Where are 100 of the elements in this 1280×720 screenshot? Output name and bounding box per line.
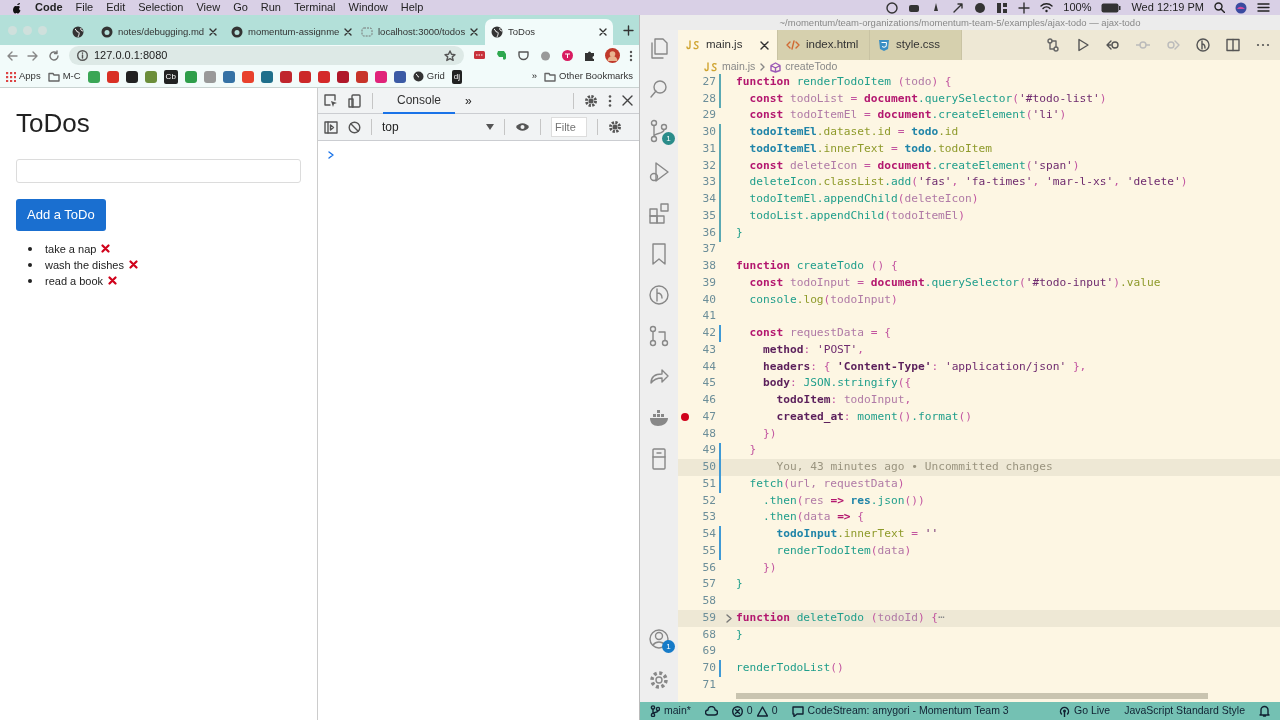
filter-field[interactable]: Filte [551,117,587,137]
pull-request-icon[interactable] [648,324,670,348]
cloud-sync-icon[interactable] [704,706,718,716]
bookmark[interactable]: Grid [412,69,445,84]
code-line: } [736,576,743,593]
compare-icon[interactable] [1046,38,1060,52]
move-icon[interactable] [1018,1,1031,14]
kebab-icon[interactable] [629,49,633,62]
status-icon[interactable] [886,1,899,14]
close-icon[interactable] [622,95,633,106]
menu-item[interactable]: Go [233,0,248,16]
go-live-button[interactable]: Go Live [1059,703,1111,719]
chevron-icon[interactable] [725,613,732,623]
context-select[interactable]: top [382,118,494,136]
branch-status[interactable]: main* [650,703,691,719]
close-icon[interactable] [760,40,769,50]
js-file-icon [704,62,718,72]
kebab-icon[interactable] [608,93,612,108]
close-icon[interactable] [209,28,218,36]
delete-icon[interactable] [101,244,111,254]
settings-icon[interactable] [648,668,670,692]
browser-tab[interactable]: localhost:3000/todos [355,19,483,45]
run-debug-icon[interactable] [648,160,670,184]
reload-icon[interactable] [48,49,60,62]
bookmark[interactable]: dj [451,69,463,84]
extension-icon[interactable] [473,49,486,62]
avatar-icon[interactable] [605,48,620,63]
bookmark[interactable]: Apps [6,69,41,84]
close-icon[interactable] [470,28,479,36]
app-menu[interactable]: Code [35,0,63,16]
line-number: 40 [701,291,716,308]
eye-icon[interactable] [515,122,530,132]
bookmark-icon[interactable] [125,70,138,83]
bell-icon[interactable] [1259,705,1270,717]
menu-item[interactable]: View [196,0,221,16]
search-icon[interactable] [1214,2,1225,13]
back-icon[interactable] [1106,38,1120,52]
plus-icon[interactable] [623,24,634,36]
formatter-status[interactable]: JavaScript Standard Style [1124,703,1245,719]
menu-item[interactable]: Window [348,0,388,16]
menu-item[interactable]: Help [400,0,424,16]
extension-icon[interactable] [561,49,574,62]
bookmark[interactable]: Other Bookmarks [544,69,633,84]
bookmark[interactable]: Cb [163,69,178,84]
breadcrumb-item[interactable]: main.js [704,59,756,75]
settings-icon[interactable] [584,93,598,108]
sidebar-icon[interactable] [324,120,338,134]
info-icon[interactable] [77,50,88,61]
device-icon[interactable] [348,93,362,108]
code-file-icon [786,40,800,50]
editor-tab[interactable]: main.js [678,30,778,60]
forward-icon[interactable] [27,49,39,62]
apple-icon[interactable] [12,1,22,14]
more-bookmarks[interactable]: » [531,69,538,84]
bookmark-icon[interactable] [393,70,406,83]
settings-icon[interactable] [608,120,622,134]
wifi-icon[interactable] [1040,2,1054,13]
star-icon[interactable] [444,49,456,62]
browser-tab[interactable]: notes/debugging.md [95,19,223,45]
more-tabs[interactable]: » [465,91,472,110]
codestream-status[interactable]: CodeStream: amygori - Momentum Team 3 [791,703,1009,719]
menu-item[interactable]: Selection [138,0,184,16]
warning-icon [756,705,768,717]
inspect-icon[interactable] [324,93,338,108]
delete-icon[interactable] [128,260,138,270]
scrollbar[interactable] [736,693,1208,699]
menu-item[interactable]: Run [260,0,281,16]
menu-item[interactable]: Terminal [294,0,336,16]
notification-badge: 1 [662,640,675,653]
close-icon[interactable] [599,28,607,36]
bookmark-icon[interactable] [336,70,349,83]
extensions-icon[interactable] [648,201,670,225]
clear-icon[interactable] [348,120,361,134]
menu-clock[interactable]: Wed 12:19 PM [1131,0,1204,16]
close-icon[interactable] [344,28,353,36]
add-todo-button[interactable]: Add a ToDo [16,199,106,231]
browser-tab[interactable]: ToDos [485,19,613,45]
problems-status[interactable]: 0 0 [731,703,778,719]
editor-tab[interactable]: style.css [870,30,962,60]
window-icon[interactable] [996,1,1009,14]
breakpoint-icon[interactable] [681,413,689,422]
menu-item[interactable]: File [75,0,94,16]
browser-tab[interactable]: momentum-assignme [225,19,353,45]
battery-icon[interactable] [1101,2,1122,13]
delete-icon[interactable] [108,276,118,286]
pocket-icon[interactable] [517,49,530,62]
editor-tab[interactable]: index.html [778,30,870,60]
todo-input[interactable] [16,159,301,184]
breadcrumb-item[interactable]: createTodo [770,59,838,75]
back-icon[interactable] [6,49,18,62]
address-bar[interactable]: 127.0.0.1:8080 [69,46,464,65]
siri-icon[interactable] [1235,1,1247,14]
split-editor-icon[interactable] [1226,38,1240,52]
play-icon[interactable] [1076,38,1090,52]
line-number: 33 [701,174,716,191]
bookmark[interactable]: M-C [47,69,81,84]
puzzle-icon[interactable] [583,49,596,62]
menu-item[interactable]: Edit [106,0,126,16]
control-center-icon[interactable] [1257,2,1270,13]
account-icon[interactable] [648,627,670,651]
